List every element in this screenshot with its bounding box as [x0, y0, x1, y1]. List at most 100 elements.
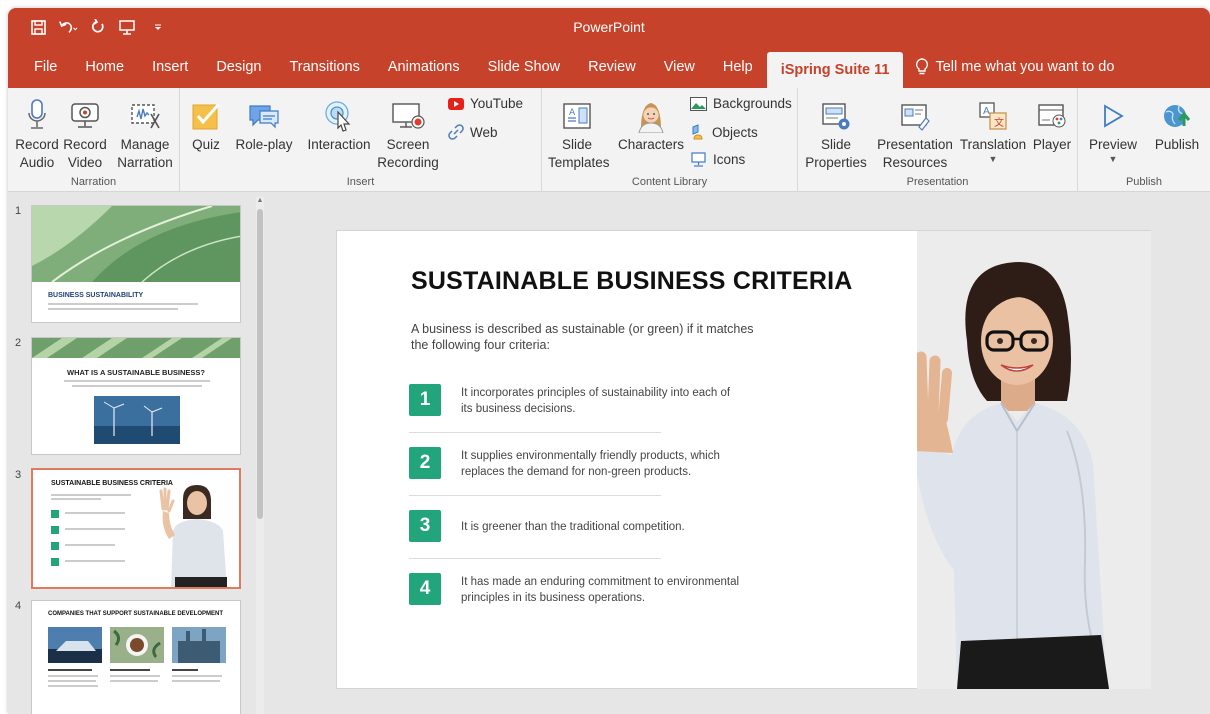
- thumbnail-scrollbar[interactable]: ▲: [256, 197, 264, 714]
- svg-text:文: 文: [994, 116, 1004, 129]
- slide-templates-button[interactable]: A Slide Templates: [548, 96, 610, 172]
- slide-canvas[interactable]: SUSTAINABLE BUSINESS CRITERIA A business…: [336, 230, 1151, 689]
- tab-file[interactable]: File: [30, 50, 71, 84]
- thumbnail-text-line: [48, 685, 98, 687]
- web-button[interactable]: Web: [448, 124, 498, 140]
- slide-title[interactable]: SUSTAINABLE BUSINESS CRITERIA: [411, 267, 852, 296]
- thumbnail-text-line: [110, 675, 160, 677]
- tab-design[interactable]: Design: [202, 50, 275, 84]
- backgrounds-button[interactable]: Backgrounds: [690, 96, 792, 111]
- interaction-button[interactable]: Interaction: [304, 96, 374, 154]
- record-video-button[interactable]: Record Video: [62, 96, 108, 172]
- manage-narration-icon: [131, 104, 160, 129]
- slide-thumbnail-pane: 1 BUSINESS SUSTAINABILITY 2 WHAT IS A SU…: [8, 193, 266, 714]
- criteria-number: 2: [409, 447, 441, 479]
- screen-recording-button[interactable]: Screen Recording: [376, 96, 440, 172]
- link-icon: [448, 124, 464, 140]
- tab-insert[interactable]: Insert: [138, 50, 202, 84]
- role-play-icon: [249, 105, 279, 129]
- role-play-button[interactable]: Role-play: [234, 96, 294, 154]
- quiz-icon: [192, 104, 220, 130]
- manage-narration-button[interactable]: Manage Narration: [112, 96, 178, 172]
- tell-me-search[interactable]: Tell me what you want to do: [915, 58, 1114, 76]
- thumbnail-number: 3: [15, 469, 22, 481]
- youtube-button[interactable]: YouTube: [448, 96, 523, 111]
- thumbnail-title: COMPANIES THAT SUPPORT SUSTAINABLE DEVEL…: [48, 611, 224, 617]
- character-icon: [638, 103, 664, 133]
- wind-turbine-image: [94, 396, 180, 444]
- tab-view[interactable]: View: [650, 50, 709, 84]
- ribbon: Record Audio Record Video Manage Narrati…: [8, 88, 1210, 192]
- slide-thumbnail-3[interactable]: SUSTAINABLE BUSINESS CRITERIA: [31, 468, 241, 589]
- tab-transitions[interactable]: Transitions: [275, 50, 373, 84]
- youtube-icon: [448, 97, 464, 110]
- group-label-narration: Narration: [70, 176, 117, 188]
- criteria-divider: [409, 558, 661, 559]
- thumbnail-criteria-marker: [51, 558, 59, 566]
- tab-home[interactable]: Home: [71, 50, 138, 84]
- tab-help[interactable]: Help: [709, 50, 767, 84]
- criteria-number: 3: [409, 510, 441, 542]
- thumbnail-text-line: [110, 680, 158, 682]
- publish-button[interactable]: Publish: [1150, 96, 1204, 154]
- thumbnail-text-line: [172, 675, 222, 677]
- thumbnail-title: WHAT IS A SUSTAINABLE BUSINESS?: [67, 368, 205, 377]
- leaf-image: [32, 206, 240, 282]
- criteria-text: It is greener than the traditional compe…: [461, 521, 685, 533]
- car-image: [48, 627, 102, 663]
- thumbnail-criteria-marker: [51, 526, 59, 534]
- group-presentation: Slide Properties Presentation Resources …: [798, 88, 1078, 192]
- record-audio-button[interactable]: Record Audio: [14, 96, 60, 172]
- svg-text:A: A: [983, 106, 990, 117]
- icons-library-icon: [691, 152, 706, 167]
- tab-animations[interactable]: Animations: [374, 50, 474, 84]
- powerpoint-window: PowerPoint File Home Insert Design Trans…: [8, 8, 1210, 714]
- thumbnail-number: 2: [15, 337, 22, 349]
- objects-button[interactable]: Objects: [690, 124, 758, 140]
- criteria-text: It incorporates principles of sustainabi…: [461, 387, 731, 415]
- woman-photo[interactable]: [917, 231, 1151, 689]
- characters-button[interactable]: Characters: [616, 96, 686, 154]
- criteria-number: 1: [409, 384, 441, 416]
- thumbnail-text-line: [51, 498, 101, 500]
- thumbnail-text-line: [65, 528, 125, 530]
- woman-illustration: [917, 231, 1151, 689]
- slide-properties-button[interactable]: Slide Properties: [804, 96, 868, 172]
- preview-button[interactable]: Preview ▼: [1086, 96, 1140, 164]
- tab-review[interactable]: Review: [574, 50, 650, 84]
- slide-properties-icon: [822, 103, 850, 130]
- play-icon: [1104, 104, 1124, 128]
- scrollbar-thumb[interactable]: [257, 209, 263, 519]
- tell-me-text: Tell me what you want to do: [935, 59, 1115, 75]
- thumbnail-text-line: [65, 544, 115, 546]
- woman-thumbnail-image: [159, 485, 227, 587]
- slide-intro-text[interactable]: A business is described as sustainable (…: [411, 321, 761, 353]
- ribbon-tabs: File Home Insert Design Transitions Anim…: [8, 46, 1210, 88]
- screen-recording-icon: [392, 103, 425, 129]
- thumbnail-text-line: [65, 560, 125, 562]
- group-insert: Quiz Role-play Interaction Screen Record…: [180, 88, 542, 192]
- icons-button[interactable]: Icons: [690, 152, 745, 167]
- presentation-resources-button[interactable]: Presentation Resources: [874, 96, 956, 172]
- thumbnail-text-line: [48, 680, 96, 682]
- slide-thumbnail-4[interactable]: COMPANIES THAT SUPPORT SUSTAINABLE DEVEL…: [31, 600, 241, 714]
- slide-thumbnail-1[interactable]: BUSINESS SUSTAINABILITY: [31, 205, 241, 323]
- scroll-up-icon[interactable]: ▲: [256, 197, 264, 207]
- thumbnail-title: BUSINESS SUSTAINABILITY: [48, 292, 144, 299]
- thumbnail-text-line: [48, 303, 198, 305]
- tab-slide-show[interactable]: Slide Show: [474, 50, 575, 84]
- thumbnail-text-line: [72, 385, 202, 387]
- factory-image: [172, 627, 226, 663]
- player-button[interactable]: Player: [1030, 96, 1074, 154]
- translation-button[interactable]: A文 Translation ▼: [958, 96, 1028, 164]
- criteria-divider: [409, 495, 661, 496]
- tab-ispring-suite[interactable]: iSpring Suite 11: [766, 52, 904, 88]
- quiz-button[interactable]: Quiz: [186, 96, 226, 154]
- thumbnail-number: 4: [15, 600, 22, 612]
- globe-upload-icon: [1164, 105, 1191, 127]
- translation-dropdown-icon: ▼: [988, 154, 998, 164]
- thumbnail-text-line: [48, 669, 92, 671]
- thumbnail-text-line: [48, 675, 98, 677]
- slide-thumbnail-2[interactable]: WHAT IS A SUSTAINABLE BUSINESS?: [31, 337, 241, 455]
- thumbnail-text-line: [65, 512, 125, 514]
